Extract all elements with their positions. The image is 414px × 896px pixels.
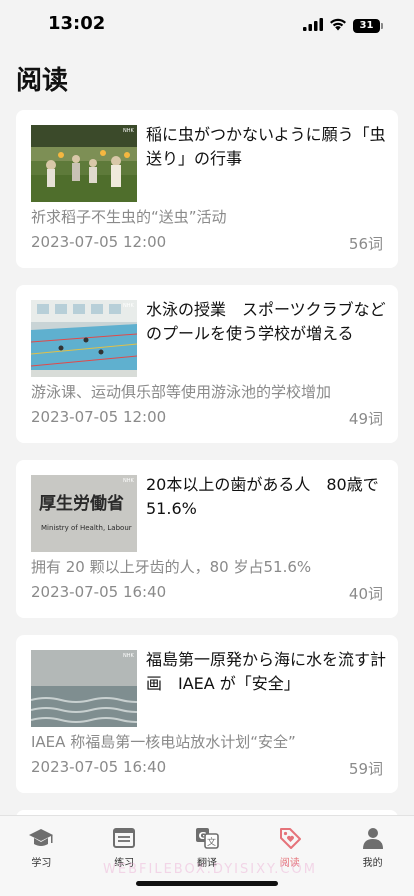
article-translation: 拥有 20 颗以上牙齿的人，80 岁占51.6%: [31, 558, 312, 576]
article-translation: 祈求稻子不生虫的“送虫”活动: [31, 208, 227, 226]
home-indicator: [136, 881, 278, 886]
article-word-count: 56词: [348, 235, 383, 253]
article-card[interactable]: 厚生労働省 Ministry of Health, Labour NHK 20本…: [16, 460, 398, 618]
tab-study[interactable]: 学习: [0, 816, 83, 896]
wifi-icon: [329, 16, 347, 35]
article-translation: IAEA 称福島第一核电站放水计划“安全”: [31, 733, 296, 751]
svg-text:NHK: NHK: [123, 128, 135, 134]
article-list: NHK 稲に虫がつかないように願う「虫送り」の行事 祈求稻子不生虫的“送虫”活动…: [16, 110, 398, 850]
article-title: 20本以上の歯がある人 80歳で51.6%: [146, 475, 379, 518]
svg-text:NHK: NHK: [123, 303, 135, 309]
rice-field-festival-image: NHK: [31, 125, 137, 202]
article-date: 2023-07-05 16:40: [31, 583, 167, 601]
article-word-count: 59词: [348, 760, 383, 778]
tag-heart-icon: [277, 825, 303, 851]
article-translation: 游泳课、运动俱乐部等使用游泳池的学校增加: [31, 383, 332, 401]
tab-label: 学习: [31, 858, 52, 869]
swimming-pool-image: NHK: [31, 300, 137, 377]
article-card[interactable]: NHK 稲に虫がつかないように願う「虫送り」の行事 祈求稻子不生虫的“送虫”活动…: [16, 110, 398, 268]
notebook-icon: [111, 825, 137, 851]
tab-profile[interactable]: 我的: [331, 816, 414, 896]
person-icon: [360, 825, 386, 851]
article-date: 2023-07-05 16:40: [31, 758, 167, 776]
ministry-sign-text: 厚生労働省: [39, 493, 124, 514]
article-word-count: 49词: [348, 410, 383, 428]
ministry-sign-image: 厚生労働省 Ministry of Health, Labour NHK: [31, 475, 137, 552]
article-card[interactable]: NHK 水泳の授業 スポーツクラブなどのプールを使う学校が増える 游泳课、运动俱…: [16, 285, 398, 443]
ministry-sign-subtext: Ministry of Health, Labour: [41, 524, 132, 532]
svg-text:NHK: NHK: [123, 653, 135, 659]
status-bar: 13:02 31: [0, 0, 414, 48]
article-word-count: 40词: [348, 585, 383, 603]
translate-icon: G 文: [194, 825, 220, 851]
article-date: 2023-07-05 12:00: [31, 408, 167, 426]
cellular-signal-icon: [303, 16, 323, 35]
battery-icon: 31: [353, 18, 383, 33]
article-card[interactable]: NHK 福島第一原発から海に水を流す計画 IAEA が「安全」 IAEA 称福島…: [16, 635, 398, 793]
page-title: 阅读: [16, 66, 69, 96]
article-title: 稲に虫がつかないように願う「虫送り」の行事: [146, 125, 386, 168]
sea-water-image: NHK: [31, 650, 137, 727]
watermark: WEBFILEBOX.DYISIXY.COM: [103, 862, 317, 877]
article-title: 水泳の授業 スポーツクラブなどのプールを使う学校が増える: [146, 300, 386, 343]
svg-text:NHK: NHK: [123, 478, 135, 484]
article-title: 福島第一原発から海に水を流す計画 IAEA が「安全」: [146, 650, 387, 693]
status-time: 13:02: [48, 13, 106, 34]
tab-label: 我的: [362, 858, 383, 869]
article-date: 2023-07-05 12:00: [31, 233, 167, 251]
status-icons: 31: [303, 16, 383, 35]
svg-text:文: 文: [207, 836, 216, 848]
graduation-cap-icon: [28, 825, 54, 851]
